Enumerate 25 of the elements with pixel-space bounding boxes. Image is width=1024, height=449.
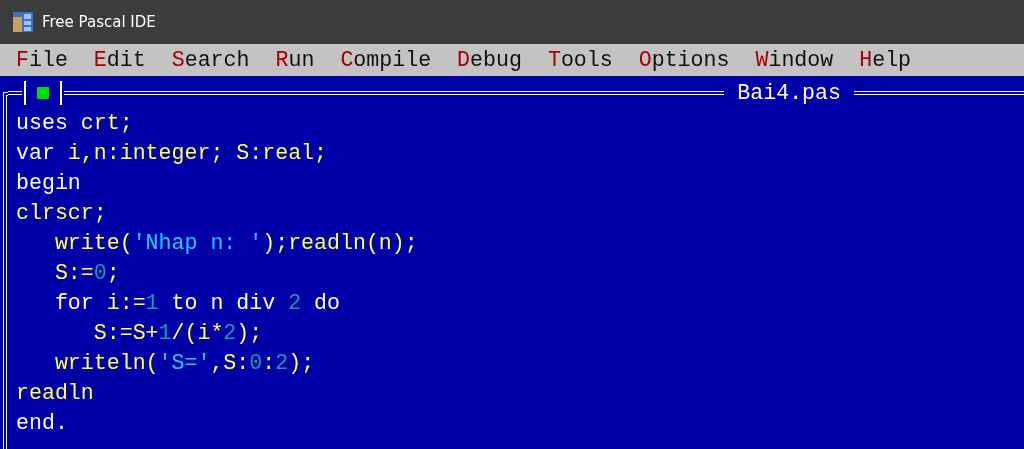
code-line: S:=S+1/(i*2); xyxy=(92,320,263,347)
code-line: begin xyxy=(16,170,81,197)
menu-item[interactable]: Edit xyxy=(80,45,159,75)
code-line: var i,n:integer; S:real; xyxy=(16,140,327,167)
app-icon xyxy=(12,11,34,33)
code-line: write('Nhap n: ');readln(n); xyxy=(53,230,418,257)
close-button[interactable] xyxy=(24,81,62,105)
code-line: clrscr; xyxy=(16,200,107,227)
menu-item[interactable]: Options xyxy=(625,45,743,75)
menu-item[interactable]: Tools xyxy=(534,45,626,75)
menu-item[interactable]: Run xyxy=(262,45,328,75)
code-line: end. xyxy=(16,410,68,437)
menu-item[interactable]: File xyxy=(3,45,81,75)
menu-item[interactable]: Search xyxy=(158,45,263,75)
code-line: readln xyxy=(16,380,94,407)
code-line: uses crt; xyxy=(16,110,133,137)
code-line: writeln('S=',S:0:2); xyxy=(53,350,315,377)
menu-item[interactable]: Window xyxy=(742,45,847,75)
menu-item[interactable]: Compile xyxy=(327,45,445,75)
code-line: S:=0; xyxy=(53,260,120,287)
code-line: for i:=1 to n div 2 do xyxy=(53,290,341,317)
menu-item[interactable]: Debug xyxy=(444,45,535,75)
menu-item[interactable]: Help xyxy=(846,45,925,75)
window-title: Free Pascal IDE xyxy=(42,13,156,31)
file-title: Bai4.pas xyxy=(736,81,842,105)
